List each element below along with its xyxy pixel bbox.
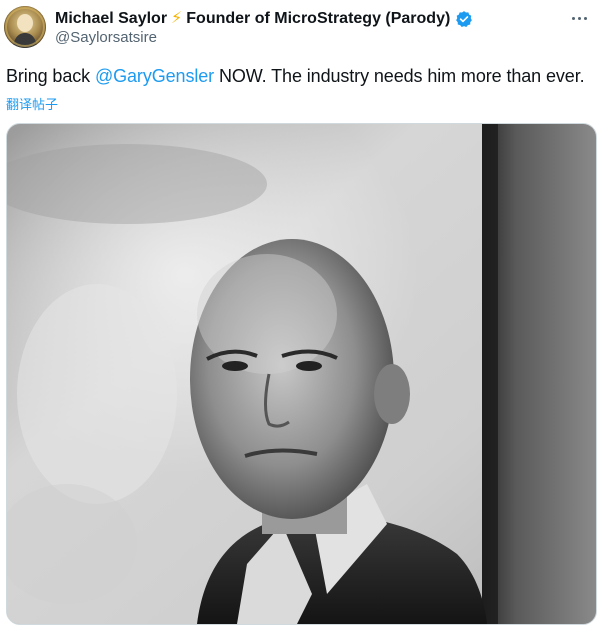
translate-post-link[interactable]: 翻译帖子 xyxy=(6,94,58,113)
author-title[interactable]: Founder of MicroStrategy (Parody) xyxy=(186,10,450,28)
tweet-media-photo[interactable] xyxy=(6,123,597,625)
avatar-photo-icon xyxy=(4,6,46,48)
tweet-text-before: Bring back xyxy=(6,66,95,86)
author-avatar[interactable] xyxy=(4,6,46,48)
dot xyxy=(577,16,581,20)
author-display-name[interactable]: Michael Saylor xyxy=(55,10,167,28)
more-options-icon[interactable] xyxy=(568,9,590,27)
author-handle[interactable]: @Saylorsatsire xyxy=(55,29,157,46)
lightning-bolt-icon: ⚡ xyxy=(171,10,183,27)
dot xyxy=(583,16,587,20)
mention-link[interactable]: @GaryGensler xyxy=(95,66,214,86)
tweet: Michael Saylor ⚡ Founder of MicroStrateg… xyxy=(0,0,600,625)
tweet-text-after: NOW. The industry needs him more than ev… xyxy=(214,66,585,86)
author-name-row: Michael Saylor ⚡ Founder of MicroStrateg… xyxy=(55,8,473,30)
tweet-text: Bring back @GaryGensler NOW. The industr… xyxy=(6,66,585,87)
verified-badge-icon xyxy=(455,10,473,28)
dot xyxy=(571,16,575,20)
portrait-photo xyxy=(7,124,596,624)
